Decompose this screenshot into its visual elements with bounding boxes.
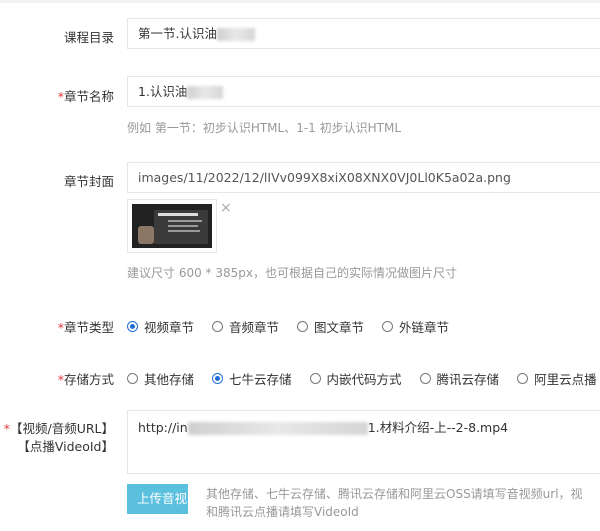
storage-group: 其他存储 七牛云存储 内嵌代码方式 腾讯云存储 阿里云点播 <box>127 369 600 388</box>
upload-hint: 其他存储、七牛云存储、腾讯云存储和阿里云OSS请填写音视频url，视 和腾讯云点… <box>206 487 583 519</box>
chapter-cover-input[interactable]: images/11/2022/12/lIVv099X8xiX08XNX0VJ0L… <box>127 162 600 193</box>
media-url-label: *【视频/音频URL】 【点播VideoId】 <box>3 421 114 454</box>
chapter-type-label: *章节类型 <box>57 320 114 335</box>
radio-selected-icon <box>127 321 138 332</box>
radio-icon <box>297 321 309 332</box>
top-border <box>0 0 600 3</box>
upload-media-button[interactable]: 上传音视 <box>127 484 188 514</box>
chapter-name-input[interactable]: 1.认识油 <box>127 76 600 107</box>
radio-icon <box>382 321 394 332</box>
remove-cover-icon[interactable]: × <box>220 200 232 216</box>
radio-embed-code[interactable]: 内嵌代码方式 <box>309 369 402 388</box>
chapter-cover-label: 章节封面 <box>63 174 114 189</box>
radio-tencent-storage[interactable]: 腾讯云存储 <box>419 369 499 388</box>
cover-thumbnail[interactable] <box>127 199 217 253</box>
chapter-name-label: *章节名称 <box>57 89 114 104</box>
storage-label: *存储方式 <box>57 372 114 387</box>
radio-icon <box>517 373 529 384</box>
radio-icon <box>309 373 321 384</box>
radio-icon <box>419 373 431 384</box>
radio-link-chapter[interactable]: 外链章节 <box>382 317 449 336</box>
cover-image <box>132 204 212 248</box>
radio-selected-icon <box>212 373 224 384</box>
radio-other-storage[interactable]: 其他存储 <box>127 369 194 388</box>
media-url-textarea[interactable]: http://in 1.材料介绍-上--2-8.mp4 <box>127 410 600 474</box>
radio-article-chapter[interactable]: 图文章节 <box>297 317 364 336</box>
chapter-name-hint: 例如 第一节：初步认识HTML、1-1 初步认识HTML <box>127 121 402 135</box>
radio-icon <box>127 373 138 384</box>
radio-icon <box>212 321 224 332</box>
radio-audio-chapter[interactable]: 音频章节 <box>212 317 279 336</box>
course-dir-input[interactable]: 第一节.认识油 <box>127 18 600 49</box>
course-dir-label: 课程目录 <box>63 30 114 45</box>
radio-video-chapter[interactable]: 视频章节 <box>127 317 194 336</box>
radio-aliyun-vod[interactable]: 阿里云点播 <box>517 369 597 388</box>
chapter-type-group: 视频章节 音频章节 图文章节 外链章节 <box>127 317 467 336</box>
radio-qiniu-storage[interactable]: 七牛云存储 <box>212 369 292 388</box>
chapter-cover-hint: 建议尺寸 600 * 385px，也可根据自己的实际情况做图片尺寸 <box>127 266 457 280</box>
